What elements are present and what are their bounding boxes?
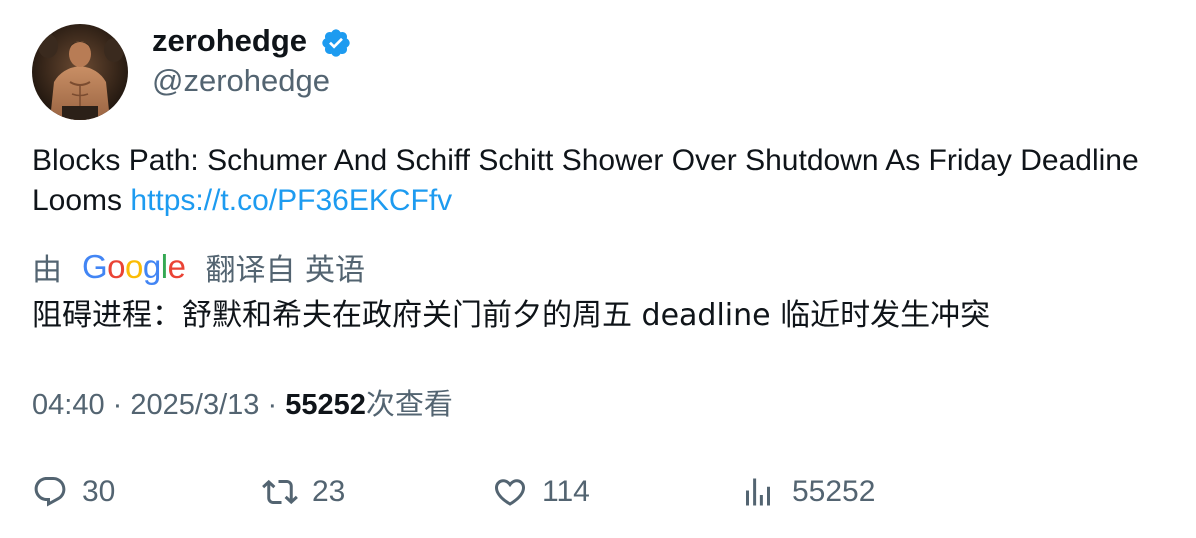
- like-icon: [494, 479, 526, 506]
- retweet-button[interactable]: 23: [262, 470, 345, 514]
- views-button[interactable]: 55252: [740, 470, 875, 514]
- views-count: 55252: [285, 389, 366, 421]
- retweet-count: 23: [312, 475, 346, 508]
- translation-by-label: 由: [32, 253, 62, 288]
- tweet-meta: 04:40 · 2025/3/13 · 55252次查看: [32, 385, 453, 424]
- display-name[interactable]: zerohedge: [152, 22, 307, 60]
- views-icon: [746, 478, 770, 506]
- views-action-count: 55252: [792, 475, 876, 508]
- verified-badge-icon: [322, 29, 350, 57]
- tweet-date[interactable]: 2025/3/13: [130, 389, 259, 421]
- translation-attribution: 由 Google 翻译自 英语: [32, 245, 365, 289]
- meta-separator: ·: [267, 389, 278, 421]
- tweet-text: Blocks Path: Schumer And Schiff Schitt S…: [32, 141, 1152, 221]
- tweet-time[interactable]: 04:40: [32, 389, 105, 421]
- translation-source-label[interactable]: 翻译自 英语: [205, 245, 365, 289]
- like-button[interactable]: 114: [492, 470, 590, 514]
- translated-text: 阻碍进程：舒默和希夫在政府关门前夕的周五 deadline 临近时发生冲突: [32, 298, 991, 333]
- like-count: 114: [542, 475, 590, 508]
- reply-button[interactable]: 30: [32, 470, 115, 514]
- views-label: 次查看: [365, 387, 453, 421]
- reply-count: 30: [82, 475, 116, 508]
- meta-separator: ·: [112, 389, 123, 421]
- google-logo: Google: [82, 248, 186, 285]
- reply-icon: [34, 477, 66, 507]
- author-handle[interactable]: @zerohedge: [152, 62, 330, 100]
- avatar[interactable]: [32, 24, 128, 120]
- retweet-icon: [262, 479, 298, 505]
- tweet-link[interactable]: https://t.co/PF36EKCFfv: [130, 184, 452, 217]
